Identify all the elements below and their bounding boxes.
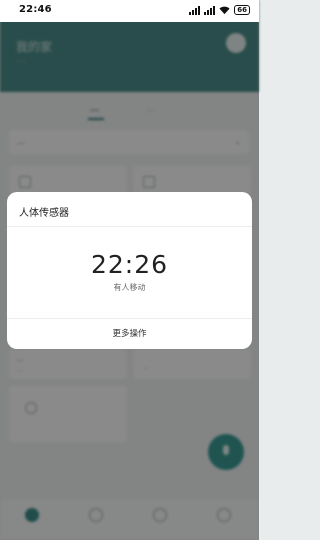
divider (7, 226, 252, 227)
status-time: 22:46 (19, 4, 52, 15)
sensor-dialog: 人体传感器 22:26 有人移动 更多操作 (7, 192, 252, 349)
more-actions-button[interactable]: 更多操作 (7, 319, 252, 349)
last-trigger-time: 22:26 (90, 250, 169, 279)
signal-2-icon (204, 5, 216, 15)
sensor-status: 有人移动 (113, 283, 146, 292)
status-icons: 66 (189, 5, 250, 15)
dialog-title: 人体传感器 (19, 208, 69, 219)
status-bar: 22:46 66 (0, 0, 259, 22)
battery-icon: 66 (234, 5, 250, 15)
wifi-icon (219, 6, 230, 14)
signal-icon (189, 5, 201, 15)
